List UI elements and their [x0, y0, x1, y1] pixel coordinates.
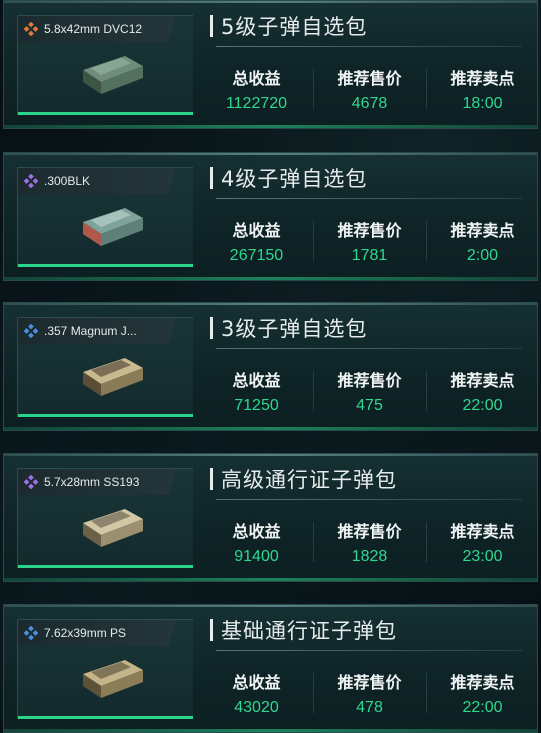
- stat-value: 1122720: [225, 95, 288, 112]
- stat-value: 2:00: [466, 247, 499, 264]
- item-tag: .357 Magnum J...: [18, 318, 176, 344]
- item-slot[interactable]: 5.7x28mm SS193: [17, 468, 193, 568]
- stat-recommended-time: 推荐卖点 2:00: [426, 213, 537, 269]
- purple-diamond-icon: [24, 174, 38, 188]
- stats-row: 总收益 91400 推荐售价 1828 推荐卖点 23:00: [200, 514, 537, 570]
- title-divider: [216, 198, 522, 199]
- stat-value: 22:00: [462, 397, 503, 414]
- stat-label: 总收益: [232, 221, 281, 240]
- item-tag: 5.7x28mm SS193: [18, 469, 176, 495]
- item-slot-bar: [18, 264, 193, 267]
- stat-recommended-price: 推荐售价 475: [313, 363, 426, 419]
- stat-label: 推荐售价: [337, 673, 402, 692]
- stat-label: 总收益: [232, 371, 281, 390]
- ammo-box-icon: [83, 509, 143, 547]
- ammo-pack-card[interactable]: .300BLK 4级子弹自选包 总收益 267150 推荐售价 1781 推荐卖…: [3, 152, 538, 281]
- ammo-pack-card[interactable]: .357 Magnum J... 3级子弹自选包 总收益 71250 推荐售价 …: [3, 302, 538, 431]
- stat-value: 267150: [229, 247, 284, 264]
- pack-title: 5级子弹自选包: [210, 11, 367, 41]
- stat-recommended-time: 推荐卖点 22:00: [426, 665, 537, 721]
- stats-row: 总收益 71250 推荐售价 475 推荐卖点 22:00: [200, 363, 537, 419]
- item-slot[interactable]: .357 Magnum J...: [17, 317, 193, 417]
- item-slot[interactable]: .300BLK: [17, 167, 193, 267]
- stat-label: 推荐卖点: [450, 371, 515, 390]
- stats-row: 总收益 267150 推荐售价 1781 推荐卖点 2:00: [200, 213, 537, 269]
- stat-total-income: 总收益 1122720: [200, 61, 313, 117]
- ammo-box-icon: [83, 358, 143, 396]
- ammo-name: 7.62x39mm PS: [44, 626, 127, 640]
- stat-total-income: 总收益 267150: [200, 213, 313, 269]
- title-divider: [216, 46, 522, 47]
- stat-recommended-price: 推荐售价 4678: [313, 61, 426, 117]
- stat-recommended-price: 推荐售价 478: [313, 665, 426, 721]
- item-slot[interactable]: 5.8x42mm DVC12: [17, 15, 193, 115]
- stat-label: 推荐售价: [337, 371, 402, 390]
- stat-value: 475: [356, 397, 383, 414]
- item-slot-bar: [18, 565, 193, 568]
- ammo-name: 5.7x28mm SS193: [44, 475, 140, 489]
- item-tag: .300BLK: [18, 168, 176, 194]
- stat-value: 71250: [234, 397, 279, 414]
- stat-label: 推荐卖点: [450, 673, 515, 692]
- stat-total-income: 总收益 43020: [200, 665, 313, 721]
- stat-label: 总收益: [232, 522, 281, 541]
- item-slot[interactable]: 7.62x39mm PS: [17, 619, 193, 719]
- item-tag: 5.8x42mm DVC12: [18, 16, 176, 42]
- blue-diamond-icon: [24, 626, 38, 640]
- ammo-name: .357 Magnum J...: [44, 324, 137, 338]
- stat-recommended-price: 推荐售价 1828: [313, 514, 426, 570]
- stat-value: 91400: [234, 548, 279, 565]
- stat-label: 推荐卖点: [450, 221, 515, 240]
- stat-value: 43020: [234, 699, 279, 716]
- stat-label: 推荐卖点: [450, 69, 515, 88]
- stat-value: 478: [356, 699, 383, 716]
- stat-value: 1781: [351, 247, 388, 264]
- item-slot-bar: [18, 112, 193, 115]
- item-tag: 7.62x39mm PS: [18, 620, 176, 646]
- pack-title-text: 基础通行证子弹包: [221, 619, 397, 643]
- pack-title: 3级子弹自选包: [210, 313, 367, 343]
- ammo-box-icon: [83, 208, 143, 246]
- item-slot-bar: [18, 414, 193, 417]
- pack-title-text: 4级子弹自选包: [221, 167, 368, 191]
- title-divider: [216, 348, 522, 349]
- stat-total-income: 总收益 71250: [200, 363, 313, 419]
- pack-title-text: 3级子弹自选包: [221, 317, 368, 341]
- ammo-name: .300BLK: [44, 174, 91, 188]
- stat-label: 推荐售价: [337, 522, 402, 541]
- stat-value: 4678: [351, 95, 388, 112]
- ammo-box-icon: [83, 660, 143, 698]
- ammo-pack-card[interactable]: 5.8x42mm DVC12 5级子弹自选包 总收益 1122720 推荐售价 …: [3, 0, 538, 129]
- pack-title: 基础通行证子弹包: [210, 615, 397, 645]
- ammo-name: 5.8x42mm DVC12: [44, 22, 143, 36]
- stat-recommended-time: 推荐卖点 22:00: [426, 363, 537, 419]
- stat-label: 推荐售价: [337, 221, 402, 240]
- ammo-box-icon: [83, 56, 143, 94]
- blue-diamond-icon: [24, 324, 38, 338]
- pack-title-text: 5级子弹自选包: [221, 15, 368, 39]
- pack-title: 高级通行证子弹包: [210, 464, 397, 494]
- orange-diamond-icon: [24, 22, 38, 36]
- stat-label: 推荐售价: [337, 69, 402, 88]
- stat-recommended-time: 推荐卖点 23:00: [426, 514, 537, 570]
- stat-recommended-price: 推荐售价 1781: [313, 213, 426, 269]
- purple-diamond-icon: [24, 475, 38, 489]
- stat-value: 23:00: [462, 548, 503, 565]
- ammo-pack-card[interactable]: 7.62x39mm PS 基础通行证子弹包 总收益 43020 推荐售价 478…: [3, 604, 538, 733]
- ammo-pack-card[interactable]: 5.7x28mm SS193 高级通行证子弹包 总收益 91400 推荐售价 1…: [3, 453, 538, 582]
- title-divider: [216, 499, 522, 500]
- stat-value: 18:00: [462, 95, 503, 112]
- stat-label: 总收益: [232, 673, 281, 692]
- stat-value: 22:00: [462, 699, 503, 716]
- stat-label: 总收益: [232, 69, 281, 88]
- stat-label: 推荐卖点: [450, 522, 515, 541]
- stats-row: 总收益 1122720 推荐售价 4678 推荐卖点 18:00: [200, 61, 537, 117]
- stat-value: 1828: [351, 548, 388, 565]
- pack-title-text: 高级通行证子弹包: [221, 468, 397, 492]
- title-divider: [216, 650, 522, 651]
- stats-row: 总收益 43020 推荐售价 478 推荐卖点 22:00: [200, 665, 537, 721]
- stat-total-income: 总收益 91400: [200, 514, 313, 570]
- stat-recommended-time: 推荐卖点 18:00: [426, 61, 537, 117]
- pack-title: 4级子弹自选包: [210, 163, 367, 193]
